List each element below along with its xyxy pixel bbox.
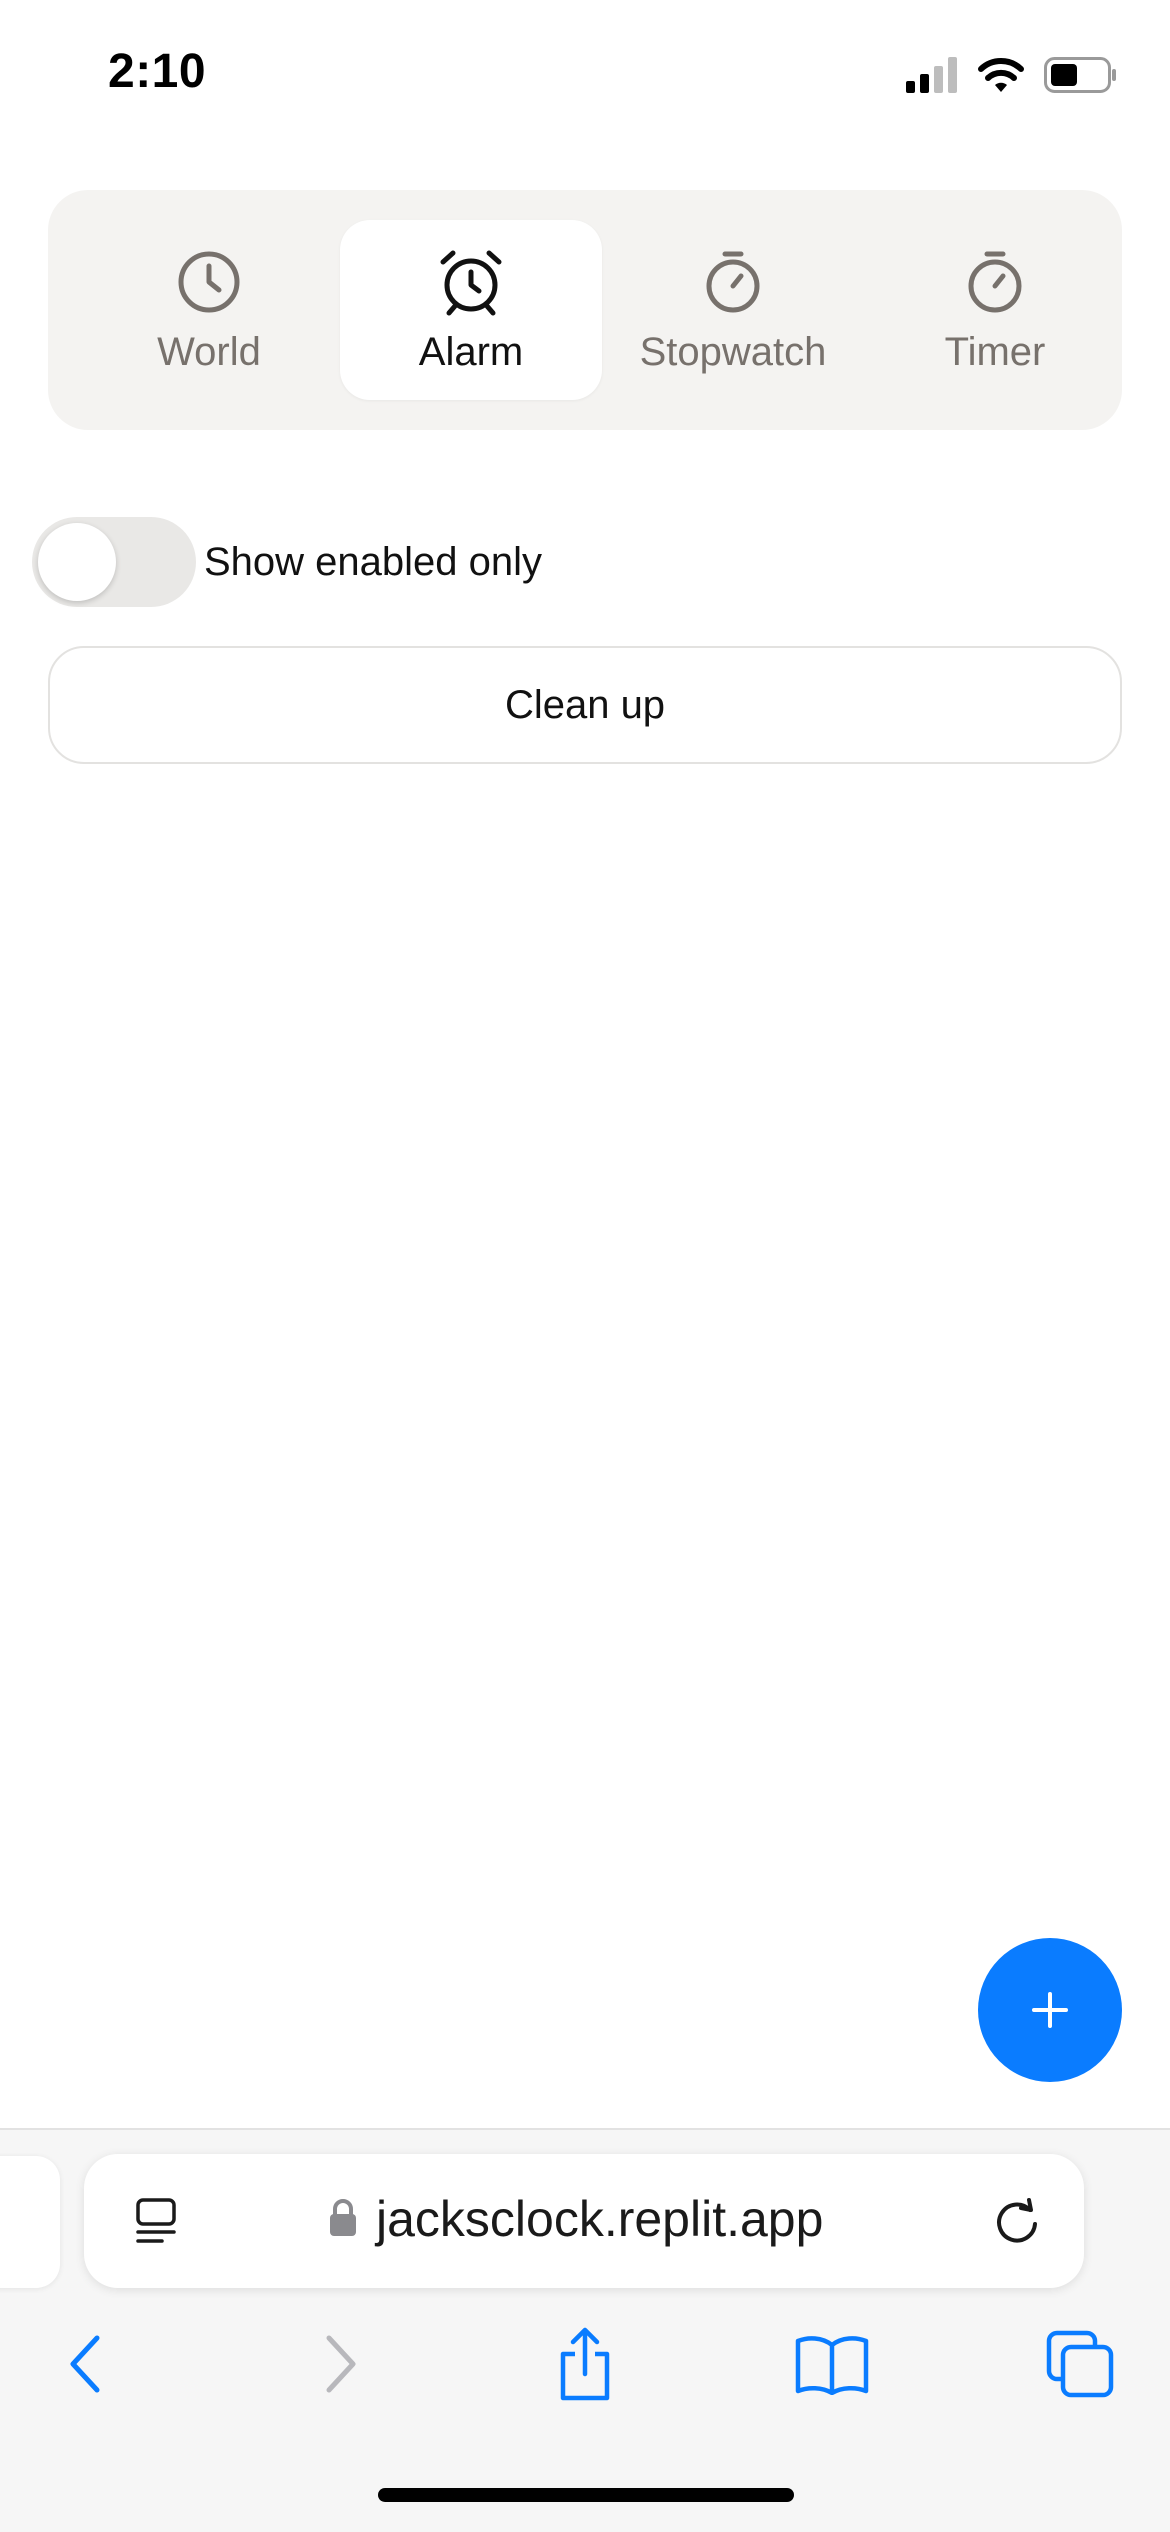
clean-up-button[interactable]: Clean up: [48, 646, 1122, 764]
forward-icon: [326, 2335, 356, 2393]
tab-stopwatch[interactable]: Stopwatch: [602, 220, 864, 400]
browser-nav-bar: [0, 2310, 1170, 2430]
browser-toolbar: jacksclock.replit.app: [0, 2128, 1170, 2532]
status-icons: [906, 52, 1118, 98]
tab-alarm[interactable]: Alarm: [340, 220, 602, 400]
show-enabled-toggle[interactable]: [32, 517, 196, 607]
bookmarks-button[interactable]: [792, 2324, 872, 2404]
stopwatch-icon: [706, 251, 760, 312]
battery-icon: [1044, 57, 1116, 93]
tab-overview-icon[interactable]: [132, 2196, 182, 2246]
share-icon: [560, 2327, 610, 2401]
wifi-icon: [978, 58, 1024, 92]
home-indicator: [378, 2488, 794, 2502]
forward-button[interactable]: [300, 2324, 380, 2404]
alarm-clock-icon: [440, 250, 502, 315]
back-button[interactable]: [46, 2324, 126, 2404]
status-bar: 2:10: [0, 0, 1170, 150]
clock-mode-tabs: World Alarm Stopwatch Timer: [48, 190, 1122, 430]
reload-icon[interactable]: [990, 2194, 1044, 2248]
tab-world[interactable]: World: [78, 220, 340, 400]
tabs-button[interactable]: [1040, 2324, 1120, 2404]
status-time: 2:10: [108, 45, 207, 98]
tab-label: Stopwatch: [639, 329, 827, 374]
lock-icon: [330, 2199, 356, 2236]
show-enabled-label: Show enabled only: [204, 539, 543, 584]
previous-tab-card[interactable]: [0, 2156, 60, 2288]
bookmarks-icon: [795, 2336, 869, 2395]
toggle-knob: [38, 523, 116, 601]
address-bar[interactable]: jacksclock.replit.app: [84, 2154, 1084, 2288]
cellular-signal-icon: [906, 57, 957, 93]
share-button[interactable]: [545, 2324, 625, 2404]
tab-label: World: [157, 329, 261, 374]
timer-icon: [968, 251, 1022, 312]
clock-icon: [178, 251, 240, 312]
tab-label: Alarm: [418, 329, 524, 374]
back-icon: [70, 2335, 100, 2393]
plus-icon: [1032, 1992, 1068, 2028]
tab-label: Timer: [944, 329, 1046, 374]
tabs-icon: [1046, 2330, 1114, 2398]
add-alarm-button[interactable]: [978, 1938, 1122, 2082]
show-enabled-row: Show enabled only: [32, 516, 542, 608]
url-text: jacksclock.replit.app: [376, 2191, 824, 2247]
tab-timer[interactable]: Timer: [864, 220, 1126, 400]
